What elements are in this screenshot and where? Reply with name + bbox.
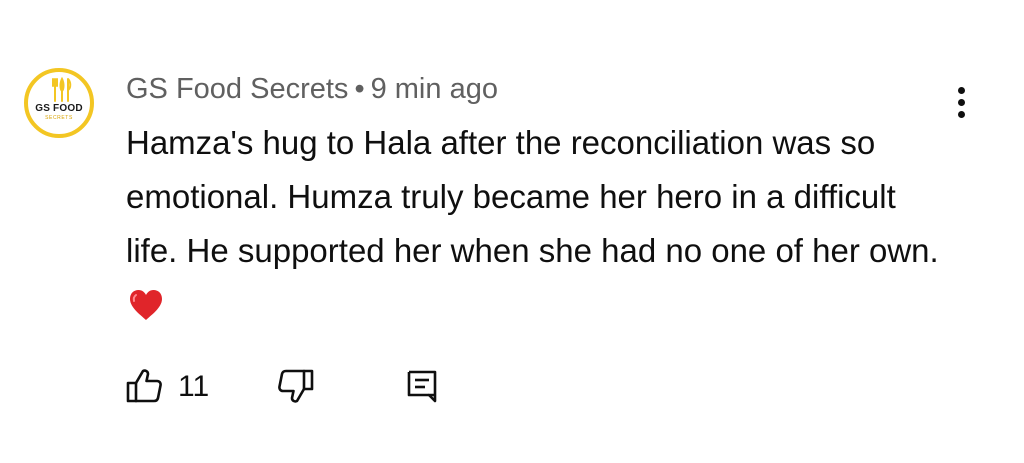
meta-separator: • (354, 73, 365, 105)
like-button[interactable] (126, 368, 166, 404)
thumbs-up-icon (126, 369, 162, 403)
reply-button[interactable] (404, 368, 440, 404)
thumbs-down-icon (278, 369, 314, 403)
avatar-logo-text: GS FOOD (35, 103, 83, 114)
cutlery-logo-icon (52, 77, 72, 102)
dislike-button[interactable] (270, 368, 316, 404)
avatar[interactable]: GS FOOD SECRETS (24, 68, 94, 138)
comment-text: Hamza's hug to Hala after the reconcilia… (126, 124, 939, 269)
timestamp[interactable]: 9 min ago (371, 73, 498, 105)
avatar-logo-subtext: SECRETS (45, 115, 73, 121)
comment-body: Hamza's hug to Hala after the reconcilia… (126, 116, 941, 332)
reply-comment-icon (407, 370, 437, 403)
author-name[interactable]: GS Food Secrets (126, 73, 348, 105)
comment-meta: GS Food Secrets • 9 min ago (126, 71, 498, 107)
like-count: 11 (178, 370, 210, 403)
more-vertical-icon[interactable] (946, 82, 978, 122)
heart-emoji (130, 290, 162, 320)
